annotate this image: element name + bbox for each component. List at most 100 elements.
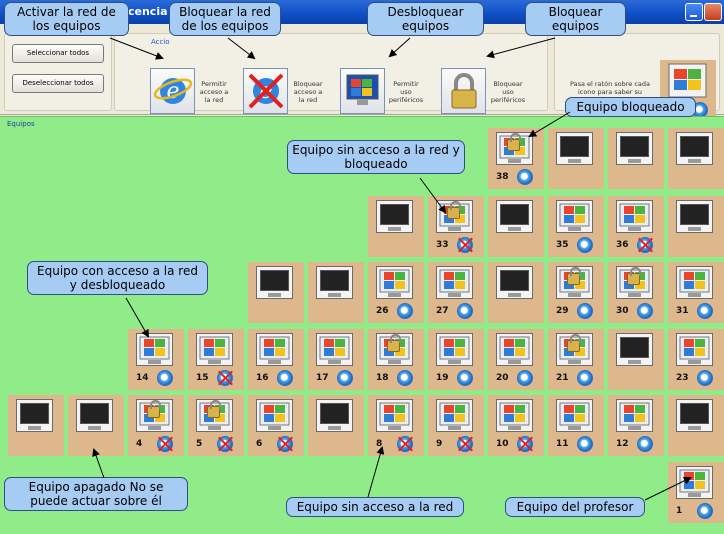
computer-cell[interactable]: 15	[188, 329, 244, 390]
locked-monitor-icon	[556, 333, 593, 366]
locked-monitor-icon	[436, 200, 473, 233]
powered-off-monitor-icon	[676, 399, 713, 432]
block-network-button[interactable]: e	[243, 68, 288, 114]
computer-cell[interactable]	[368, 196, 424, 257]
computer-cell[interactable]: 4	[128, 395, 184, 456]
windows-monitor-icon	[376, 399, 413, 432]
computer-cell[interactable]: 23	[668, 329, 724, 390]
computer-cell[interactable]: 20	[488, 329, 544, 390]
network-on-icon	[637, 436, 653, 452]
locked-monitor-icon	[136, 399, 173, 432]
selection-group: Seleccionar todos Deseleccionar todos	[4, 33, 112, 111]
computer-cell[interactable]: 33	[428, 196, 484, 257]
computer-number: 17	[316, 373, 329, 383]
computer-cell[interactable]: 30	[608, 262, 664, 323]
select-all-button[interactable]: Seleccionar todos	[12, 44, 104, 63]
network-on-icon	[577, 237, 593, 253]
windows-monitor-icon	[316, 333, 353, 366]
padlock-icon	[451, 73, 477, 109]
computer-cell[interactable]	[248, 262, 304, 323]
network-on-icon	[157, 370, 173, 386]
computer-number: 38	[496, 172, 509, 182]
locked-monitor-icon	[556, 266, 593, 299]
network-blocked-icon	[517, 436, 533, 452]
deselect-all-button[interactable]: Deseleccionar todos	[12, 74, 104, 93]
computer-cell[interactable]	[308, 395, 364, 456]
permit-network-button[interactable]: e	[150, 68, 195, 114]
computer-cell[interactable]	[668, 395, 724, 456]
computer-number: 19	[436, 373, 449, 383]
computer-cell[interactable]: 14	[128, 329, 184, 390]
computer-cell[interactable]: 21	[548, 329, 604, 390]
computer-cell[interactable]: 6	[248, 395, 304, 456]
computer-number: 27	[436, 306, 449, 316]
computer-cell[interactable]: 38	[488, 128, 544, 189]
computer-number: 18	[376, 373, 389, 383]
computer-number: 20	[496, 373, 509, 383]
computer-cell[interactable]: 36	[608, 196, 664, 257]
computer-cell[interactable]	[488, 196, 544, 257]
powered-off-monitor-icon	[496, 266, 533, 299]
powered-off-monitor-icon	[16, 399, 53, 432]
computer-cell[interactable]: 9	[428, 395, 484, 456]
computer-cell[interactable]: 31	[668, 262, 724, 323]
locked-monitor-icon	[196, 399, 233, 432]
padlock-icon	[447, 201, 461, 219]
computer-cell[interactable]	[608, 329, 664, 390]
powered-off-monitor-icon	[496, 200, 533, 233]
computer-cell[interactable]	[68, 395, 124, 456]
computer-cell[interactable]: 27	[428, 262, 484, 323]
locked-monitor-icon	[616, 266, 653, 299]
computer-cell[interactable]: 12	[608, 395, 664, 456]
lock-computers-button[interactable]	[441, 68, 486, 114]
computer-cell[interactable]: 19	[428, 329, 484, 390]
computer-cell[interactable]: 29	[548, 262, 604, 323]
computer-cell[interactable]	[488, 262, 544, 323]
computer-cell[interactable]: 1	[668, 462, 724, 523]
computer-number: 11	[556, 439, 569, 449]
block-network-label: Bloquear acceso a la red	[293, 80, 323, 104]
computer-cell[interactable]	[608, 128, 664, 189]
windows-monitor-icon	[556, 399, 593, 432]
computer-number: 29	[556, 306, 569, 316]
padlock-icon	[567, 267, 581, 285]
computer-cell[interactable]	[668, 196, 724, 257]
callout-powered-off: Equipo apagado No se puede actuar sobre …	[4, 477, 188, 511]
windows-monitor-icon	[376, 266, 413, 299]
unlock-computers-button[interactable]	[340, 68, 385, 114]
blocked-internet-icon: e	[248, 73, 284, 109]
computer-cell[interactable]: 16	[248, 329, 304, 390]
computer-cell[interactable]: 17	[308, 329, 364, 390]
computer-cell[interactable]	[308, 262, 364, 323]
network-on-icon	[637, 303, 653, 319]
computer-number: 8	[376, 439, 383, 449]
computer-number: 14	[136, 373, 149, 383]
computer-number: 4	[136, 439, 143, 449]
computer-cell[interactable]: 5	[188, 395, 244, 456]
permit-network-label: Permitir acceso a la red	[199, 80, 229, 104]
network-on-icon	[697, 503, 713, 519]
network-on-icon	[337, 370, 353, 386]
network-blocked-icon	[217, 370, 233, 386]
network-on-icon	[517, 370, 533, 386]
computer-cell[interactable]: 18	[368, 329, 424, 390]
computer-cell[interactable]: 10	[488, 395, 544, 456]
close-icon[interactable]	[704, 3, 722, 21]
computer-cell[interactable]: 26	[368, 262, 424, 323]
callout-unlock: Desbloquear equipos	[367, 2, 484, 36]
computer-cell[interactable]	[548, 128, 604, 189]
computer-cell[interactable]: 8	[368, 395, 424, 456]
padlock-icon	[147, 400, 161, 418]
computer-cell[interactable]: 35	[548, 196, 604, 257]
minimize-icon[interactable]	[685, 3, 703, 21]
computer-cell[interactable]	[8, 395, 64, 456]
windows-monitor-icon	[436, 333, 473, 366]
powered-off-monitor-icon	[556, 132, 593, 165]
powered-off-monitor-icon	[376, 200, 413, 233]
computer-cell[interactable]	[668, 128, 724, 189]
network-blocked-icon	[457, 237, 473, 253]
windows-monitor-icon	[496, 333, 533, 366]
computer-number: 26	[376, 306, 389, 316]
computer-cell[interactable]: 11	[548, 395, 604, 456]
powered-off-monitor-icon	[616, 333, 653, 366]
